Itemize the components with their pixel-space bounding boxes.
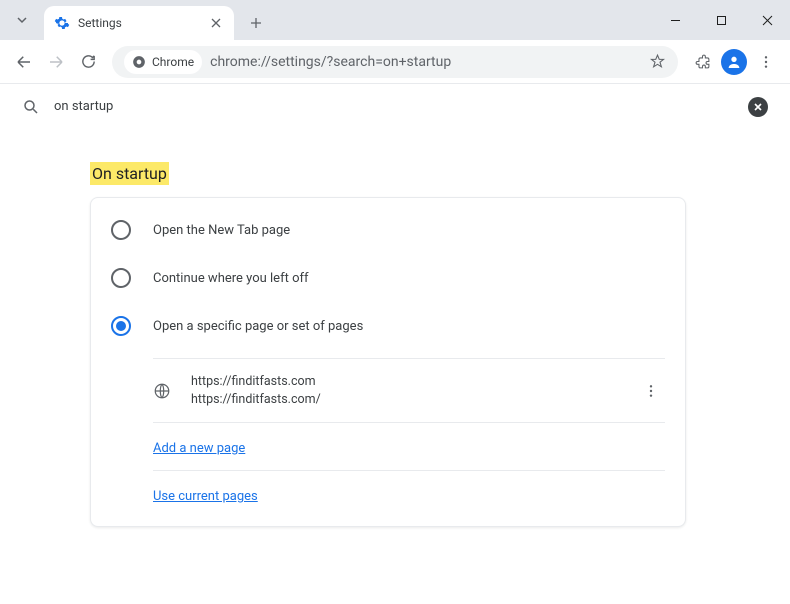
maximize-button[interactable] [698,0,744,40]
minimize-icon [670,15,681,26]
reload-icon [80,53,97,70]
arrow-right-icon [47,53,65,71]
use-current-pages-link[interactable]: Use current pages [153,489,258,504]
close-icon [753,102,763,112]
maximize-icon [716,15,727,26]
radio-open-new-tab[interactable]: Open the New Tab page [91,206,685,254]
omnibox[interactable]: Chrome chrome://settings/?search=on+star… [112,46,678,78]
chevron-down-icon [16,14,28,26]
reload-button[interactable] [72,46,104,78]
radio-open-specific-pages[interactable]: Open a specific page or set of pages [91,302,685,350]
address-bar-row: Chrome chrome://settings/?search=on+star… [0,40,790,84]
radio-label: Open a specific page or set of pages [153,319,363,334]
star-icon [649,53,666,70]
extensions-button[interactable] [686,46,718,78]
profile-button[interactable] [718,46,750,78]
settings-search-row: on startup [0,84,790,130]
radio-icon [111,316,131,336]
search-icon [22,98,40,116]
forward-button[interactable] [40,46,72,78]
radio-icon [111,268,131,288]
puzzle-icon [694,53,711,70]
settings-gear-icon [54,15,70,31]
use-current-pages-row: Use current pages [153,471,665,518]
arrow-left-icon [15,53,33,71]
startup-page-more-button[interactable] [637,377,665,405]
url-text: chrome://settings/?search=on+startup [210,54,641,70]
radio-label: Open the New Tab page [153,223,290,238]
globe-icon [153,382,171,400]
chrome-logo-icon [132,55,146,69]
startup-page-title: https://finditfasts.com [191,373,637,391]
radio-label: Continue where you left off [153,271,309,286]
plus-icon [250,17,262,29]
more-vertical-icon [643,383,659,399]
on-startup-card: Open the New Tab page Continue where you… [90,197,686,527]
radio-continue-where-left-off[interactable]: Continue where you left off [91,254,685,302]
more-vertical-icon [758,54,774,70]
startup-pages-subsection: https://finditfasts.com https://finditfa… [153,358,665,518]
radio-icon [111,220,131,240]
window-titlebar: Settings [0,0,790,40]
tab-title: Settings [78,16,208,30]
startup-page-url: https://finditfasts.com/ [191,391,637,409]
add-new-page-row: Add a new page [153,423,665,471]
chrome-chip-label: Chrome [152,55,194,69]
close-window-button[interactable] [744,0,790,40]
close-icon [762,15,773,26]
window-controls [652,0,790,40]
section-title: On startup [90,162,169,185]
tab-close-button[interactable] [208,15,224,31]
minimize-button[interactable] [652,0,698,40]
settings-content: On startup Open the New Tab page Continu… [0,130,790,527]
avatar-icon [721,49,747,75]
clear-search-button[interactable] [748,97,768,117]
add-new-page-link[interactable]: Add a new page [153,441,245,456]
close-icon [211,18,221,28]
back-button[interactable] [8,46,40,78]
bookmark-button[interactable] [649,53,666,70]
search-query-text[interactable]: on startup [54,99,748,114]
chrome-chip: Chrome [124,50,202,74]
browser-tab[interactable]: Settings [44,6,234,40]
startup-page-text: https://finditfasts.com https://finditfa… [191,373,637,408]
new-tab-button[interactable] [242,9,270,37]
startup-page-row: https://finditfasts.com https://finditfa… [153,359,665,423]
tab-search-button[interactable] [8,6,36,34]
chrome-menu-button[interactable] [750,46,782,78]
